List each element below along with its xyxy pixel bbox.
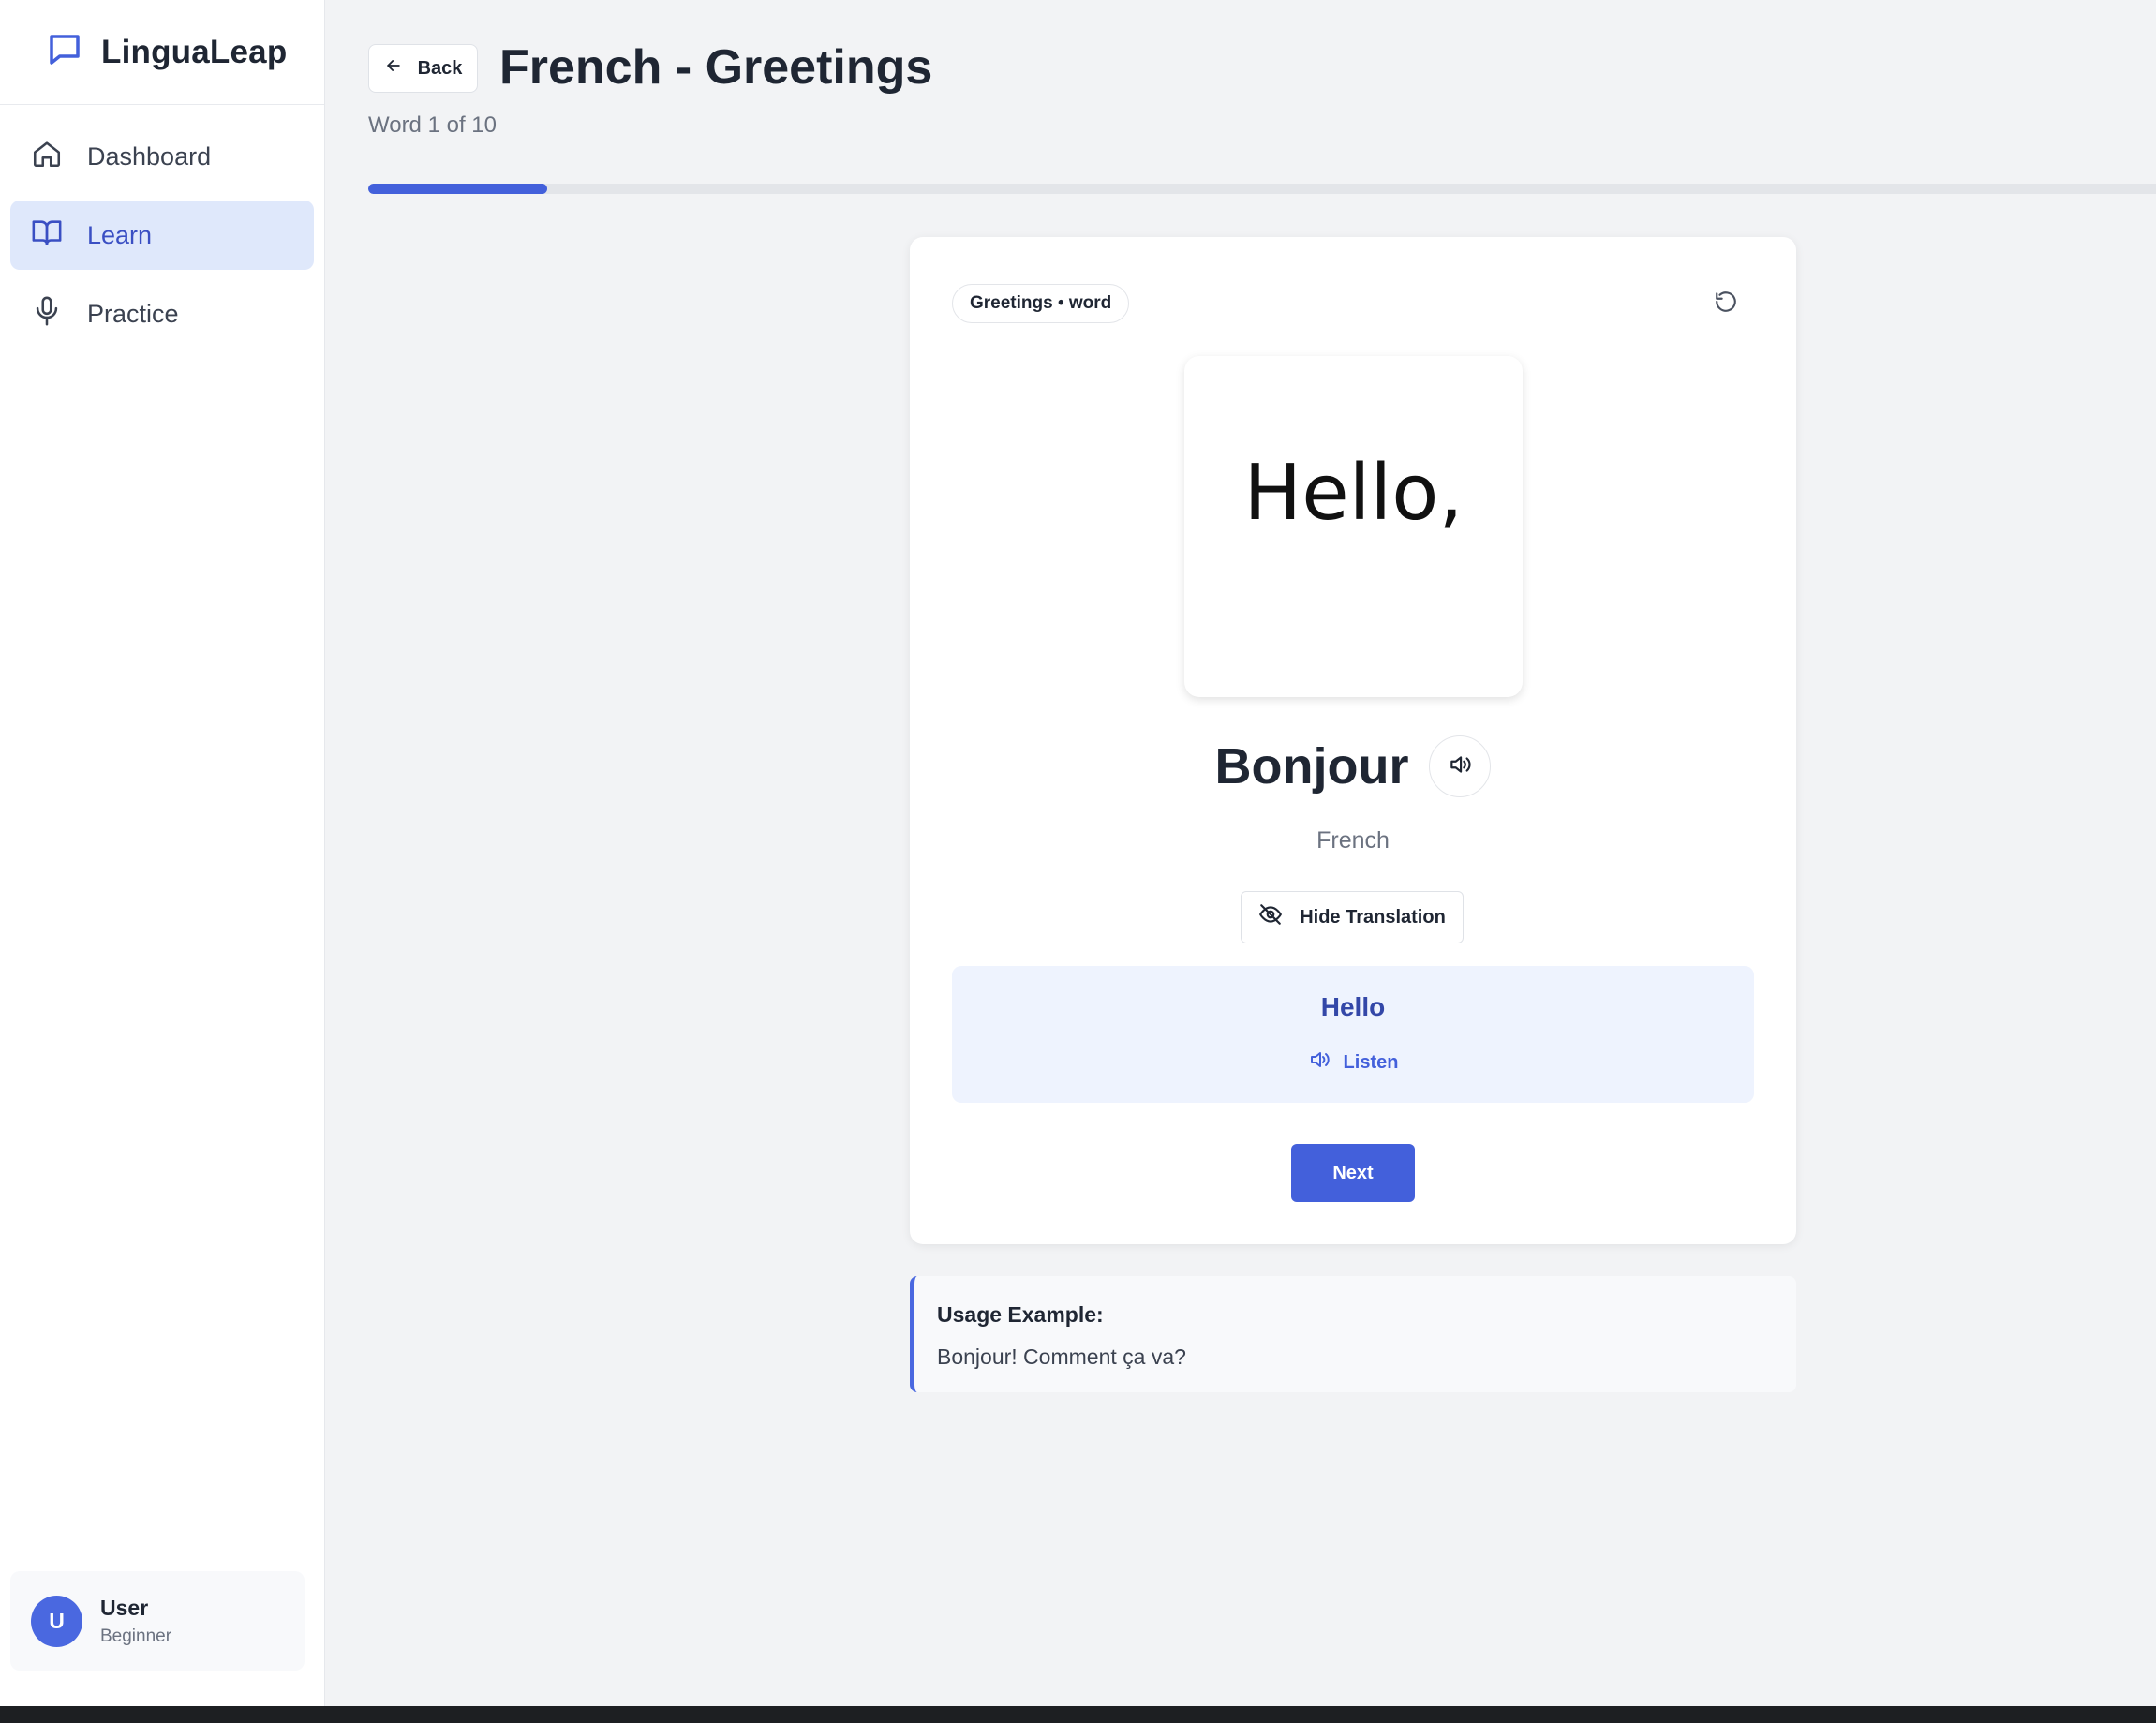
- progress-fill: [368, 184, 547, 194]
- user-card[interactable]: U User Beginner: [10, 1571, 305, 1671]
- listen-label: Listen: [1343, 1051, 1399, 1073]
- listen-button[interactable]: Listen: [952, 1048, 1754, 1077]
- back-label: Back: [417, 57, 463, 79]
- word-image-text: Hello,: [1243, 448, 1464, 538]
- reset-icon[interactable]: [1714, 290, 1738, 319]
- sidebar-nav: Dashboard Learn Practice: [0, 105, 324, 375]
- sidebar: LinguaLeap Dashboard Learn Practice U Us…: [0, 0, 325, 1706]
- sidebar-item-learn[interactable]: Learn: [10, 201, 314, 270]
- user-level: Beginner: [100, 1626, 172, 1646]
- hide-translation-button[interactable]: Hide Translation: [1241, 891, 1464, 943]
- progress-bar: [368, 184, 2156, 194]
- user-info: User Beginner: [100, 1596, 171, 1647]
- taskbar-strip: [0, 1706, 2156, 1723]
- translation-panel: Hello Listen: [952, 966, 1754, 1103]
- word: Bonjour: [1214, 738, 1409, 795]
- user-name: User: [100, 1595, 149, 1620]
- usage-title: Usage Example:: [937, 1302, 1104, 1327]
- home-icon: [31, 138, 63, 176]
- brand[interactable]: LinguaLeap: [0, 0, 324, 105]
- hide-translation-label: Hide Translation: [1300, 906, 1446, 928]
- back-button[interactable]: Back: [368, 44, 478, 93]
- sidebar-item-label: Dashboard: [87, 141, 212, 171]
- sidebar-item-dashboard[interactable]: Dashboard: [10, 122, 314, 191]
- translation: Hello: [1320, 992, 1386, 1021]
- word-image: Hello,: [1184, 356, 1523, 697]
- brand-name: LinguaLeap: [101, 33, 288, 70]
- usage-text: Bonjour! Comment ça va?: [937, 1344, 1186, 1369]
- pronounce-button[interactable]: [1429, 735, 1492, 797]
- speaker-icon: [1308, 1048, 1331, 1077]
- arrow-left-icon: [384, 56, 403, 81]
- sidebar-item-practice[interactable]: Practice: [10, 279, 314, 349]
- usage-example: Usage Example: Bonjour! Comment ça va?: [910, 1276, 1796, 1392]
- word-row: Bonjour: [910, 735, 1796, 797]
- category-tag: Greetings • word: [952, 284, 1130, 323]
- page-title: French - Greetings: [499, 40, 933, 95]
- eye-off-icon: [1258, 902, 1283, 932]
- sidebar-item-label: Practice: [87, 299, 179, 328]
- word-counter: Word 1 of 10: [368, 112, 497, 138]
- avatar: U: [31, 1595, 82, 1647]
- word-language: French: [1316, 827, 1390, 854]
- microphone-icon: [31, 295, 63, 334]
- next-button[interactable]: Next: [1291, 1144, 1415, 1202]
- sidebar-item-label: Learn: [87, 220, 153, 249]
- book-icon: [31, 216, 63, 255]
- chat-bubble-icon: [45, 30, 84, 74]
- flashcard: Greetings • word Hello, Bonjour French H…: [910, 237, 1796, 1244]
- speaker-icon: [1448, 752, 1472, 781]
